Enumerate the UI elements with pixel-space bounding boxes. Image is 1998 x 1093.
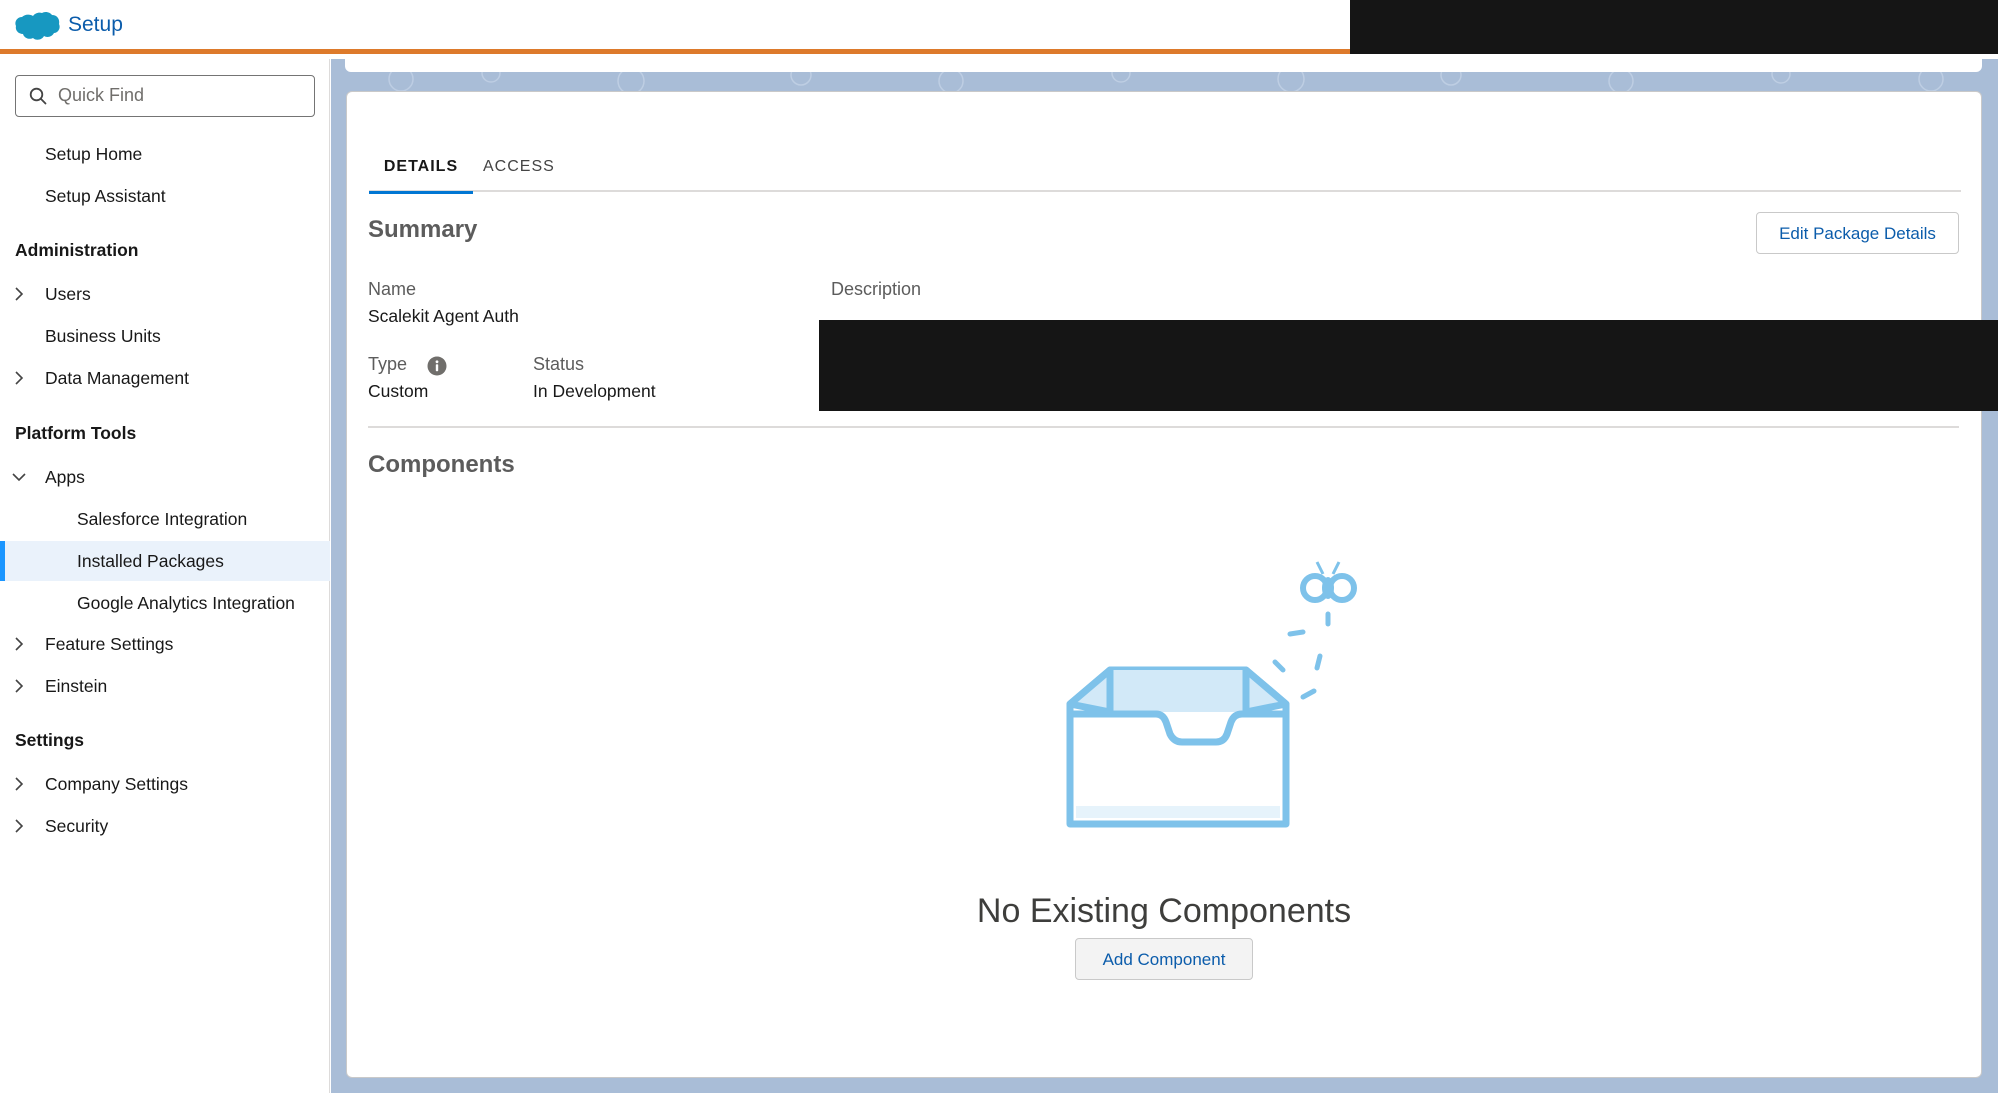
salesforce-cloud-icon[interactable] — [14, 11, 60, 43]
chevron-right-icon[interactable] — [12, 777, 26, 791]
section-heading-settings: Settings — [15, 730, 85, 750]
summary-heading: Summary — [368, 216, 478, 243]
chevron-right-icon[interactable] — [12, 819, 26, 833]
header-card-edge — [345, 59, 1982, 72]
setup-sidebar: Setup Home Setup Assistant Administratio… — [0, 59, 330, 1093]
sidebar-item-salesforce-integration[interactable]: Salesforce Integration — [0, 499, 330, 539]
section-divider — [368, 426, 1959, 428]
empty-inbox-illustration — [1066, 561, 1357, 828]
search-icon — [29, 87, 47, 105]
sidebar-item-label: Setup Assistant — [45, 186, 166, 206]
sidebar-item-label: Setup Home — [45, 144, 143, 164]
chevron-right-icon[interactable] — [12, 287, 26, 301]
sidebar-item-data-management[interactable]: Data Management — [0, 358, 330, 398]
sidebar-item-einstein[interactable]: Einstein — [0, 666, 330, 706]
sidebar-item-google-analytics-integration[interactable]: Google Analytics Integration — [0, 583, 330, 623]
type-value: Custom — [368, 381, 429, 401]
info-icon[interactable] — [427, 356, 447, 376]
chevron-right-icon[interactable] — [12, 679, 26, 693]
sidebar-item-label: Installed Packages — [77, 551, 224, 571]
sidebar-item-label: Google Analytics Integration — [77, 593, 295, 613]
type-label: Type — [368, 354, 408, 374]
section-heading-platform-tools: Platform Tools — [15, 423, 137, 443]
sidebar-item-label: Company Settings — [45, 774, 188, 794]
sidebar-item-label: Data Management — [45, 368, 189, 388]
sidebar-item-setup-assistant[interactable]: Setup Assistant — [0, 176, 330, 216]
sidebar-item-feature-settings[interactable]: Feature Settings — [0, 624, 330, 664]
chevron-right-icon[interactable] — [12, 371, 26, 385]
tab-access[interactable]: ACCESS — [483, 147, 563, 192]
chevron-right-icon[interactable] — [12, 637, 26, 651]
sidebar-item-label: Security — [45, 816, 109, 836]
tab-details[interactable]: DETAILS — [369, 147, 473, 194]
sidebar-item-label: Salesforce Integration — [77, 509, 248, 529]
bug-icon — [1300, 561, 1357, 603]
sidebar-item-business-units[interactable]: Business Units — [0, 316, 330, 356]
app-name[interactable]: Setup — [68, 13, 123, 37]
add-component-button[interactable]: Add Component — [1075, 938, 1253, 980]
status-label: Status — [533, 354, 585, 374]
sidebar-item-label: Business Units — [45, 326, 161, 346]
quick-find-box[interactable] — [15, 75, 315, 117]
name-label: Name — [368, 279, 417, 299]
sidebar-item-label: Feature Settings — [45, 634, 174, 654]
global-header: Setup — [0, 0, 1998, 54]
description-label: Description — [831, 279, 922, 299]
sidebar-item-setup-home[interactable]: Setup Home — [0, 134, 330, 174]
redacted-region — [1350, 0, 1998, 54]
empty-state-title: No Existing Components — [976, 892, 1352, 930]
redacted-description — [819, 320, 1998, 411]
sidebar-item-label: Apps — [45, 467, 85, 487]
status-value: In Development — [533, 381, 656, 401]
chevron-down-icon[interactable] — [12, 470, 26, 484]
components-heading: Components — [368, 451, 515, 478]
name-value: Scalekit Agent Auth — [368, 306, 519, 326]
quick-find-input[interactable] — [58, 76, 308, 115]
section-heading-administration: Administration — [15, 240, 139, 260]
sidebar-item-company-settings[interactable]: Company Settings — [0, 764, 330, 804]
edit-package-details-button[interactable]: Edit Package Details — [1756, 212, 1959, 254]
sidebar-item-users[interactable]: Users — [0, 274, 330, 314]
sidebar-item-apps[interactable]: Apps — [0, 457, 330, 497]
tab-bar: DETAILS ACCESS — [369, 147, 1961, 194]
sidebar-item-label: Einstein — [45, 676, 108, 696]
sidebar-item-installed-packages[interactable]: Installed Packages — [0, 541, 330, 581]
sidebar-item-label: Users — [45, 284, 91, 304]
sidebar-item-security[interactable]: Security — [0, 806, 330, 846]
